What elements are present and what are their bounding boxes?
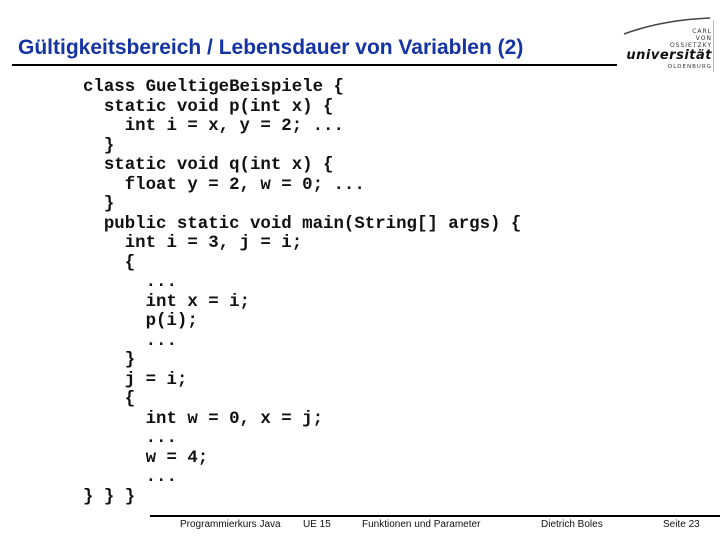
- logo-text-universitaet: universität: [626, 48, 712, 63]
- code-line: static void q(int x) {: [83, 156, 334, 175]
- code-line: class GueltigeBeispiele {: [83, 78, 344, 97]
- code-line: ...: [83, 429, 177, 448]
- code-line: }: [83, 195, 115, 214]
- footer-page-number: Seite 23: [663, 519, 700, 530]
- slide-title: Gültigkeitsbereich / Lebensdauer von Var…: [18, 36, 524, 59]
- code-line: {: [83, 253, 136, 273]
- code-line: ...: [83, 273, 177, 292]
- footer-author: Dietrich Boles: [541, 519, 603, 530]
- code-line: j = i;: [83, 370, 188, 390]
- university-logo: CARL VON OSSIETZKY universität OLDENBURG: [622, 16, 714, 74]
- footer-rule: [150, 515, 720, 517]
- code-line: }: [83, 351, 136, 370]
- footer-topic: Funktionen und Parameter: [362, 519, 481, 530]
- code-line: }: [83, 136, 115, 156]
- footer-unit: UE 15: [303, 519, 331, 530]
- logo-divider: [713, 20, 714, 72]
- title-underline: [12, 64, 617, 66]
- code-line: int i = x, y = 2; ...: [83, 117, 344, 136]
- code-line: static void p(int x) {: [83, 97, 334, 117]
- footer-course: Programmierkurs Java: [180, 519, 281, 530]
- code-line: ...: [83, 468, 177, 487]
- logo-text-oldenburg: OLDENBURG: [667, 64, 712, 70]
- code-line: ...: [83, 331, 177, 351]
- code-line: public static void main(String[] args) {: [83, 214, 522, 234]
- code-block: class GueltigeBeispiele { static void p(…: [83, 78, 521, 507]
- logo-text-von: VON: [695, 35, 712, 42]
- code-line: int i = 3, j = i;: [83, 234, 303, 253]
- logo-text-carl: CARL: [692, 28, 712, 35]
- code-line: float y = 2, w = 0; ...: [83, 175, 365, 195]
- code-line: w = 4;: [83, 448, 209, 468]
- code-line: p(i);: [83, 312, 198, 331]
- code-line: int x = i;: [83, 292, 250, 312]
- code-line: int w = 0, x = j;: [83, 409, 324, 429]
- code-line: } } }: [83, 487, 136, 507]
- code-line: {: [83, 390, 136, 409]
